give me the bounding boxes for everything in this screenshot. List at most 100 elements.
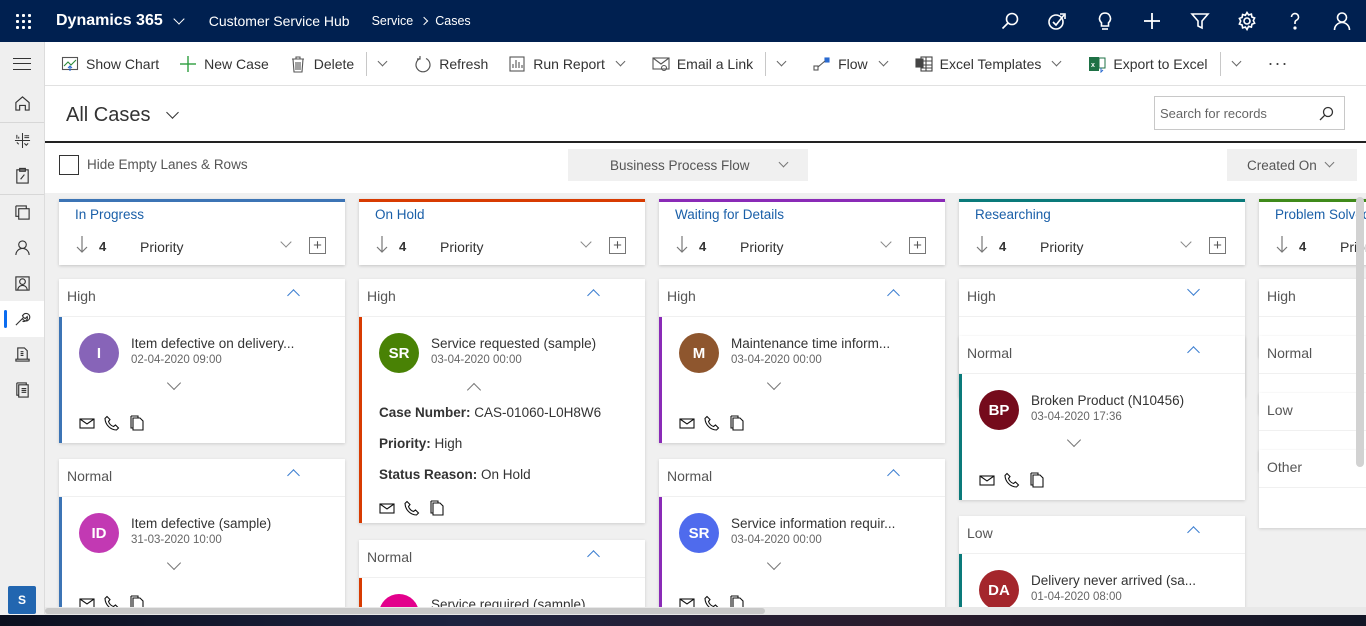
group-by-chevron-icon[interactable]	[880, 236, 892, 248]
app-launcher-button[interactable]	[0, 0, 46, 42]
case-title[interactable]: Broken Product (N10456)	[1031, 393, 1184, 408]
email-icon[interactable]	[79, 415, 95, 431]
run-report-chevron-icon[interactable]	[615, 56, 626, 67]
group-header[interactable]: Low	[1259, 393, 1366, 431]
hide-empty-label[interactable]: Hide Empty Lanes & Rows	[87, 157, 248, 172]
help-button[interactable]	[1271, 0, 1319, 42]
nav-contacts[interactable]	[0, 230, 44, 266]
relationship-insights-button[interactable]	[1081, 0, 1129, 42]
nav-cases[interactable]	[0, 301, 44, 337]
sort-descending-icon[interactable]	[1276, 235, 1288, 253]
excel-templates-chevron-icon[interactable]	[1051, 56, 1062, 67]
nav-social-profiles[interactable]	[0, 266, 44, 302]
case-title[interactable]: Service required (sample)	[431, 597, 586, 607]
menu-toggle-button[interactable]	[0, 42, 44, 86]
expand-chevron-icon[interactable]	[1187, 283, 1200, 296]
search-icon[interactable]	[1318, 106, 1334, 122]
email-icon[interactable]	[79, 595, 95, 607]
phone-icon[interactable]	[104, 415, 120, 431]
case-title[interactable]: Service requested (sample)	[431, 336, 596, 351]
document-icon[interactable]	[729, 415, 745, 431]
run-report-button[interactable]: Run Report	[502, 42, 611, 86]
case-card[interactable]: I Item defective on delivery... 02-04-20…	[59, 317, 345, 443]
add-card-button[interactable]: +	[609, 237, 626, 254]
export-excel-button[interactable]: x Export to Excel	[1082, 42, 1213, 86]
nav-reports[interactable]	[0, 372, 44, 408]
expand-card-chevron-icon[interactable]	[766, 555, 782, 571]
phone-icon[interactable]	[704, 415, 720, 431]
user-profile-button[interactable]	[1319, 0, 1366, 42]
brand-name[interactable]: Dynamics 365	[56, 12, 163, 30]
group-header[interactable]: Other	[1259, 450, 1366, 488]
group-header[interactable]: High	[1259, 279, 1366, 317]
phone-icon[interactable]	[704, 595, 720, 607]
delete-button[interactable]: Delete	[283, 42, 360, 86]
group-header[interactable]: Normal	[659, 459, 945, 497]
sort-descending-icon[interactable]	[676, 235, 688, 253]
email-link-button[interactable]: Email a Link	[646, 42, 759, 86]
case-card[interactable]: ID Item defective (sample) 31-03-2020 10…	[59, 497, 345, 607]
group-header[interactable]: Normal	[359, 540, 645, 578]
document-icon[interactable]	[129, 415, 145, 431]
group-header[interactable]: High	[959, 279, 1245, 317]
vertical-scrollbar[interactable]	[1356, 197, 1364, 467]
lane-field-dropdown[interactable]: Business Process Flow	[568, 149, 808, 181]
collapse-chevron-icon[interactable]	[887, 469, 900, 482]
group-header[interactable]: Low	[959, 516, 1245, 554]
advanced-find-button[interactable]	[1176, 0, 1224, 42]
add-card-button[interactable]: +	[909, 237, 926, 254]
collapse-chevron-icon[interactable]	[587, 289, 600, 302]
document-icon[interactable]	[1029, 472, 1045, 488]
horizontal-scrollbar[interactable]	[45, 607, 1366, 615]
group-by-chevron-icon[interactable]	[580, 236, 592, 248]
area-switcher-avatar[interactable]: S	[8, 586, 36, 614]
email-icon[interactable]	[979, 472, 995, 488]
group-header[interactable]: Normal	[1259, 336, 1366, 374]
group-header[interactable]: High	[59, 279, 345, 317]
flow-chevron-icon[interactable]	[878, 56, 889, 67]
new-case-button[interactable]: New Case	[173, 42, 275, 86]
case-title[interactable]: Maintenance time inform...	[731, 336, 890, 351]
group-header[interactable]: High	[359, 279, 645, 317]
email-icon[interactable]	[679, 415, 695, 431]
collapse-card-chevron-icon[interactable]	[466, 382, 482, 398]
app-name[interactable]: Customer Service Hub	[209, 13, 350, 29]
document-icon[interactable]	[729, 595, 745, 607]
document-icon[interactable]	[129, 595, 145, 607]
collapse-chevron-icon[interactable]	[587, 550, 600, 563]
email-icon[interactable]	[379, 500, 395, 516]
phone-icon[interactable]	[104, 595, 120, 607]
group-header[interactable]: Normal	[959, 336, 1245, 374]
more-commands-button[interactable]: ···	[1268, 53, 1289, 74]
nav-queues[interactable]	[0, 195, 44, 231]
case-title[interactable]: Service information requir...	[731, 516, 895, 531]
email-icon[interactable]	[679, 595, 695, 607]
collapse-chevron-icon[interactable]	[287, 469, 300, 482]
sort-descending-icon[interactable]	[376, 235, 388, 253]
add-card-button[interactable]: +	[309, 237, 326, 254]
sort-descending-icon[interactable]	[976, 235, 988, 253]
scrollbar-thumb[interactable]	[45, 608, 765, 614]
hide-empty-checkbox[interactable]	[59, 155, 79, 175]
case-card[interactable]: M Maintenance time inform... 03-04-2020 …	[659, 317, 945, 443]
group-header[interactable]: Normal	[59, 459, 345, 497]
flow-button[interactable]: Flow	[807, 42, 874, 86]
collapse-chevron-icon[interactable]	[887, 289, 900, 302]
expand-card-chevron-icon[interactable]	[166, 375, 182, 391]
expand-card-chevron-icon[interactable]	[166, 555, 182, 571]
nav-knowledge-articles[interactable]	[0, 337, 44, 373]
collapse-chevron-icon[interactable]	[287, 289, 300, 302]
group-by-chevron-icon[interactable]	[280, 236, 292, 248]
nav-home[interactable]	[0, 86, 44, 122]
document-icon[interactable]	[429, 500, 445, 516]
group-by-chevron-icon[interactable]	[1180, 236, 1192, 248]
expand-card-chevron-icon[interactable]	[1066, 432, 1082, 448]
show-chart-button[interactable]: Show Chart	[55, 42, 165, 86]
view-selector[interactable]: All Cases	[66, 104, 180, 127]
add-card-button[interactable]: +	[1209, 237, 1226, 254]
refresh-button[interactable]: Refresh	[408, 42, 494, 86]
phone-icon[interactable]	[1004, 472, 1020, 488]
collapse-chevron-icon[interactable]	[1187, 346, 1200, 359]
group-header[interactable]: High	[659, 279, 945, 317]
new-button[interactable]	[1129, 0, 1177, 42]
